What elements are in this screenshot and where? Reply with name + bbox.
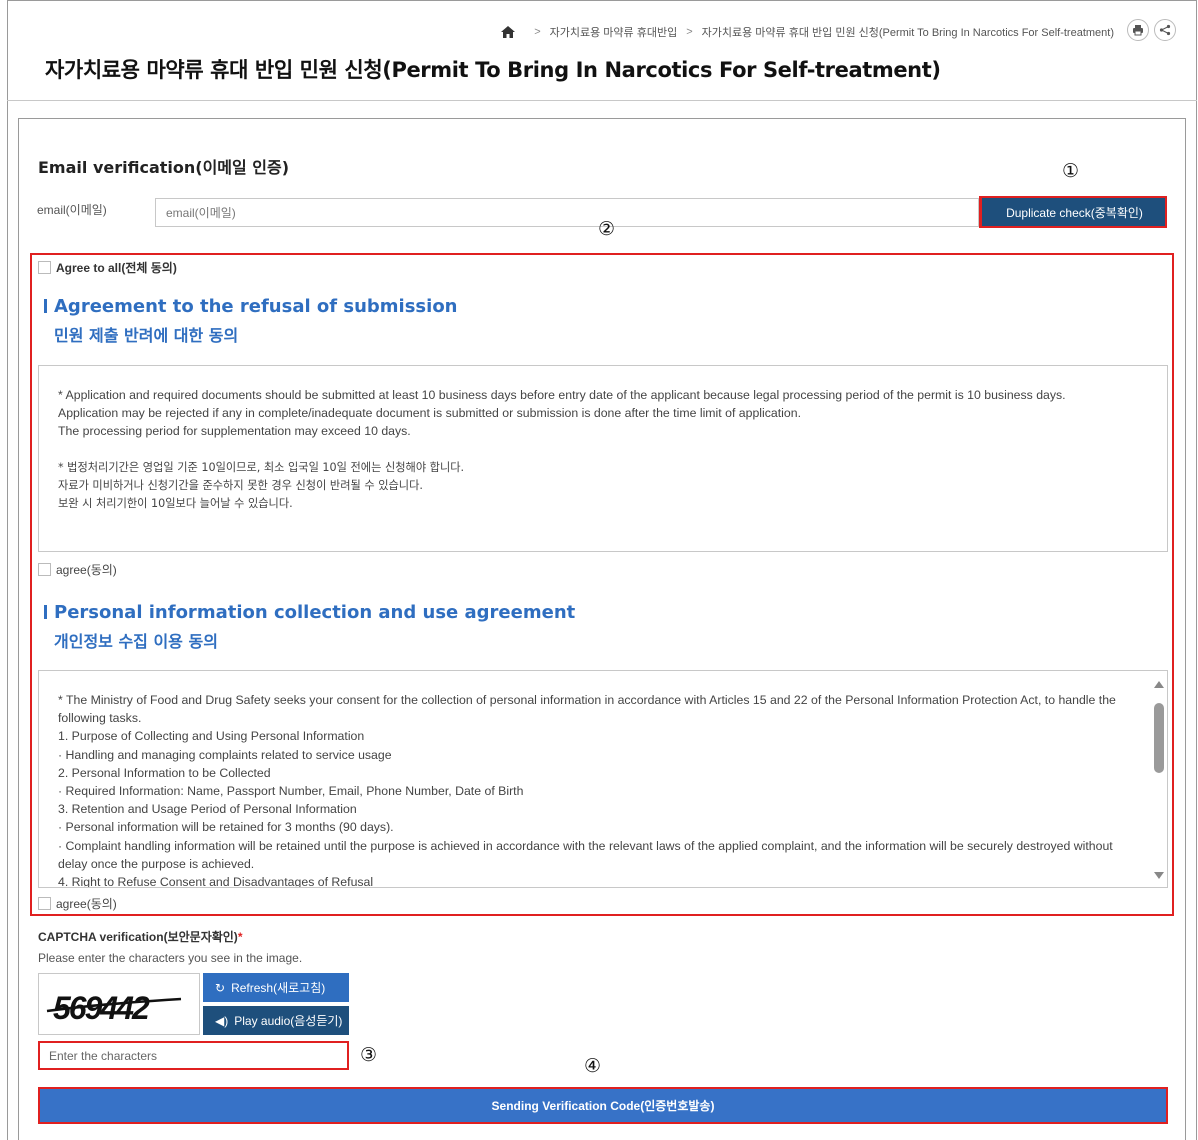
scroll-down-icon[interactable] — [1154, 872, 1164, 879]
home-icon[interactable] — [501, 26, 516, 38]
privacy-title-text: Personal information collection and use … — [54, 602, 576, 623]
send-verification-code-button[interactable]: Sending Verification Code(인증번호발송) — [38, 1087, 1168, 1124]
refresh-icon: ↻ — [215, 980, 226, 995]
duplicate-check-button[interactable]: Duplicate check(중복확인) — [979, 196, 1167, 228]
title-bar — [44, 605, 47, 619]
share-icon — [1159, 24, 1171, 36]
breadcrumb-item[interactable]: 자가치료용 마약류 휴대반입 — [550, 24, 678, 40]
privacy-scrollbar[interactable] — [1151, 671, 1167, 887]
terms-line: 1. Purpose of Collecting and Using Perso… — [58, 729, 365, 744]
refusal-agree-label: agree(동의) — [56, 563, 117, 577]
marker-3: ③ — [360, 1044, 378, 1066]
privacy-terms-box[interactable]: * The Ministry of Food and Drug Safety s… — [38, 670, 1168, 888]
top-rule — [7, 0, 1197, 1]
scroll-up-icon[interactable] — [1154, 681, 1164, 688]
captcha-input[interactable] — [38, 1041, 349, 1070]
privacy-agree-label: agree(동의) — [56, 897, 117, 911]
agree-all-label: Agree to all(전체 동의) — [56, 261, 177, 275]
terms-line: * The Ministry of Food and Drug Safety s… — [58, 693, 1116, 726]
refusal-agreement-title: Agreement to the refusal of submission — [44, 296, 458, 317]
terms-line: Application may be rejected if any in co… — [58, 406, 801, 421]
captcha-heading-text: CAPTCHA verification(보안문자확인) — [38, 930, 238, 944]
terms-line: * Application and required documents sho… — [58, 388, 1066, 402]
speaker-icon: ◀) — [215, 1013, 229, 1028]
marker-2: ② — [598, 218, 616, 240]
breadcrumb-item-current: 자가치료용 마약류 휴대 반입 민원 신청(Permit To Bring In… — [701, 27, 1114, 39]
captcha-heading: CAPTCHA verification(보안문자확인)* — [38, 928, 242, 945]
terms-line: · Complaint handling information will be… — [58, 838, 1113, 871]
refusal-agree-checkbox[interactable] — [38, 563, 51, 576]
play-audio-button[interactable]: ◀) Play audio(음성듣기) — [203, 1006, 349, 1035]
privacy-agreement-title: Personal information collection and use … — [44, 602, 575, 623]
privacy-agree-checkbox[interactable] — [38, 897, 51, 910]
captcha-description: Please enter the characters you see in t… — [38, 951, 303, 965]
header-divider — [7, 100, 1197, 101]
terms-line: · Personal information will be retained … — [58, 820, 394, 835]
privacy-agree-row[interactable]: agree(동의) — [38, 895, 117, 912]
print-icon — [1133, 25, 1143, 36]
chevron-right-icon: > — [534, 26, 541, 38]
email-label: email(이메일) — [37, 203, 107, 217]
refusal-terms-box[interactable]: * Application and required documents sho… — [38, 365, 1168, 552]
captcha-image-graphic: 569442 — [46, 990, 182, 1026]
title-bar — [44, 299, 47, 313]
refresh-label: Refresh(새로고침) — [231, 981, 326, 995]
marker-4: ④ — [584, 1055, 602, 1077]
agree-all-row[interactable]: Agree to all(전체 동의) — [38, 259, 177, 276]
email-input[interactable] — [155, 198, 979, 227]
chevron-right-icon: > — [686, 26, 693, 38]
marker-1: ① — [1062, 160, 1080, 182]
breadcrumb: > 자가치료용 마약류 휴대반입 > 자가치료용 마약류 휴대 반입 민원 신청… — [501, 23, 1114, 41]
terms-line-ko: * 법정처리기간은 영업일 기준 10일이므로, 최소 입국일 10일 전에는 … — [58, 460, 465, 474]
terms-line: · Required Information: Name, Passport N… — [58, 784, 524, 799]
required-mark: * — [237, 930, 243, 944]
scroll-thumb[interactable] — [1154, 703, 1164, 773]
refusal-agree-row[interactable]: agree(동의) — [38, 561, 117, 578]
terms-line: · Handling and managing complaints relat… — [58, 747, 392, 762]
refusal-title-text: Agreement to the refusal of submission — [54, 296, 458, 317]
page-title: 자가치료용 마약류 휴대 반입 민원 신청(Permit To Bring In… — [45, 58, 941, 82]
captcha-image: 569442 — [38, 973, 200, 1035]
email-section-heading: Email verification(이메일 인증) — [38, 158, 290, 177]
refusal-agreement-subtitle: 민원 제출 반려에 대한 동의 — [54, 326, 239, 345]
terms-line-ko: 자료가 미비하거나 신청기간을 준수하지 못한 경우 신청이 반려될 수 있습니… — [58, 478, 423, 492]
agree-all-checkbox[interactable] — [38, 261, 51, 274]
terms-line: The processing period for supplementatio… — [58, 424, 411, 439]
privacy-agreement-subtitle: 개인정보 수집 이용 동의 — [54, 632, 218, 651]
refresh-captcha-button[interactable]: ↻ Refresh(새로고침) — [203, 973, 349, 1002]
play-audio-label: Play audio(음성듣기) — [234, 1014, 343, 1028]
terms-line: 3. Retention and Usage Period of Persona… — [58, 802, 357, 817]
print-button[interactable] — [1127, 19, 1149, 41]
terms-line-ko: 보완 시 처리기한이 10일보다 늘어날 수 있습니다. — [58, 497, 293, 511]
terms-line: 4. Right to Refuse Consent and Disadvant… — [58, 875, 374, 888]
terms-line: 2. Personal Information to be Collected — [58, 765, 271, 780]
share-button[interactable] — [1154, 19, 1176, 41]
